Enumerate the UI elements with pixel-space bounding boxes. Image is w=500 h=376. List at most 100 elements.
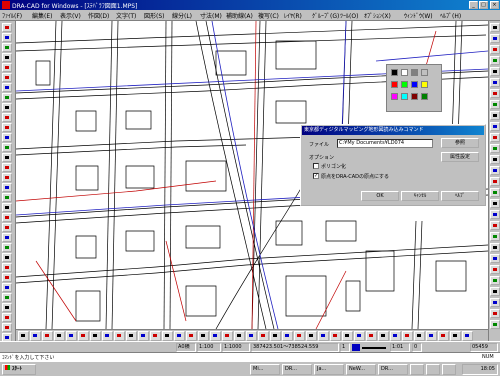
tool-button-4[interactable] [490,56,500,65]
current-color-swatch[interactable] [352,344,360,351]
tool-button-25[interactable] [306,331,317,341]
menu-copy[interactable]: 複写(C) [258,11,279,20]
tool-button-6[interactable] [490,78,500,87]
tool-button-35[interactable] [426,331,437,341]
tool-button-23[interactable] [282,331,293,341]
tool-button-17[interactable] [210,331,221,341]
app-icon[interactable] [2,1,10,9]
task-button-8[interactable] [442,364,456,375]
color-yellow[interactable] [421,81,428,88]
menu-dim[interactable]: 寸法(M) [200,11,222,20]
tool-button-19[interactable] [490,221,500,230]
menu-help[interactable]: ﾍﾙﾌﾟ(H) [440,11,461,20]
tool-button-1[interactable] [490,23,500,32]
browse-button[interactable]: 参照 [441,138,479,148]
tool-button-21[interactable] [258,331,269,341]
file-path-input[interactable]: C:¥My Documents¥LD074 [337,139,433,148]
tool-button-22[interactable] [490,254,500,263]
color-magenta[interactable] [391,93,398,100]
tool-button-22[interactable] [2,233,12,242]
tool-button-25[interactable] [2,263,12,272]
tool-button-29[interactable] [354,331,365,341]
tool-button-8[interactable] [490,100,500,109]
tool-button-9[interactable] [114,331,125,341]
help-button[interactable]: ﾍﾙﾌﾟ [441,191,479,201]
color-black[interactable] [391,69,398,76]
tool-button-25[interactable] [490,287,500,296]
tool-button-2[interactable] [2,33,12,42]
color-green[interactable] [401,81,408,88]
tool-button-23[interactable] [2,243,12,252]
tool-button-2[interactable] [490,34,500,43]
tool-button-22[interactable] [270,331,281,341]
tool-button-18[interactable] [2,193,12,202]
menu-shape[interactable]: 図形(S) [144,11,165,20]
tool-button-31[interactable] [2,323,12,332]
tool-button-4[interactable] [2,53,12,62]
tool-button-8[interactable] [2,93,12,102]
tool-button-24[interactable] [2,253,12,262]
tool-button-19[interactable] [2,203,12,212]
minimize-button[interactable]: _ [469,1,478,9]
tool-button-18[interactable] [222,331,233,341]
tool-button-16[interactable] [2,173,12,182]
tool-button-24[interactable] [490,276,500,285]
tool-button-23[interactable] [490,265,500,274]
tool-button-24[interactable] [294,331,305,341]
task-button-2[interactable]: DR... [282,364,312,375]
tool-button-31[interactable] [378,331,389,341]
tool-button-1[interactable] [2,23,12,32]
menu-layer[interactable]: ﾚｲﾔ(R) [284,11,302,20]
tool-button-10[interactable] [2,113,12,122]
tool-button-7[interactable] [90,331,101,341]
tool-button-29[interactable] [2,303,12,312]
tool-button-26[interactable] [318,331,329,341]
task-button-5[interactable]: DR... [378,364,408,375]
tool-button-11[interactable] [490,133,500,142]
tool-button-6[interactable] [2,73,12,82]
tool-button-17[interactable] [490,199,500,208]
tool-button-28[interactable] [342,331,353,341]
polygon-checkbox[interactable] [313,163,319,169]
tool-button-12[interactable] [490,144,500,153]
tool-button-10[interactable] [126,331,137,341]
task-button-1[interactable]: Mi... [250,364,280,375]
tool-button-32[interactable] [390,331,401,341]
tool-button-15[interactable] [186,331,197,341]
tool-button-15[interactable] [2,163,12,172]
color-red[interactable] [391,81,398,88]
tool-button-30[interactable] [366,331,377,341]
menu-option[interactable]: ｵﾌﾟｼｮﾝ(X) [364,11,391,20]
tool-button-18[interactable] [490,210,500,219]
start-button[interactable]: ｽﾀｰﾄ [2,364,36,375]
tool-button-7[interactable] [2,83,12,92]
menu-line[interactable]: 線分(L) [172,11,192,20]
tool-button-36[interactable] [438,331,449,341]
tool-button-12[interactable] [2,133,12,142]
task-button-3[interactable]: Ja... [314,364,344,375]
close-button[interactable]: × [490,1,499,9]
tool-button-7[interactable] [490,89,500,98]
color-gray[interactable] [411,69,418,76]
origin-checkbox[interactable]: ✓ [313,173,319,179]
tool-button-20[interactable] [2,213,12,222]
tool-button-8[interactable] [102,331,113,341]
tool-button-11[interactable] [138,331,149,341]
tool-button-3[interactable] [42,331,53,341]
tool-button-26[interactable] [490,298,500,307]
tool-button-37[interactable] [450,331,461,341]
color-blue[interactable] [411,81,418,88]
tool-button-20[interactable] [490,232,500,241]
tool-button-16[interactable] [198,331,209,341]
tool-button-5[interactable] [490,67,500,76]
tool-button-3[interactable] [490,45,500,54]
ok-button[interactable]: OK [361,191,399,201]
tool-button-4[interactable] [54,331,65,341]
menu-group[interactable]: ｸﾞﾙｰﾌﾟ(G) [312,11,339,20]
cancel-button[interactable]: ｷｬﾝｾﾙ [401,191,439,201]
tool-button-13[interactable] [490,155,500,164]
task-button-4[interactable]: NeW... [346,364,376,375]
line-type-swatch[interactable] [362,347,386,349]
tool-button-28[interactable] [2,293,12,302]
tool-button-34[interactable] [414,331,425,341]
